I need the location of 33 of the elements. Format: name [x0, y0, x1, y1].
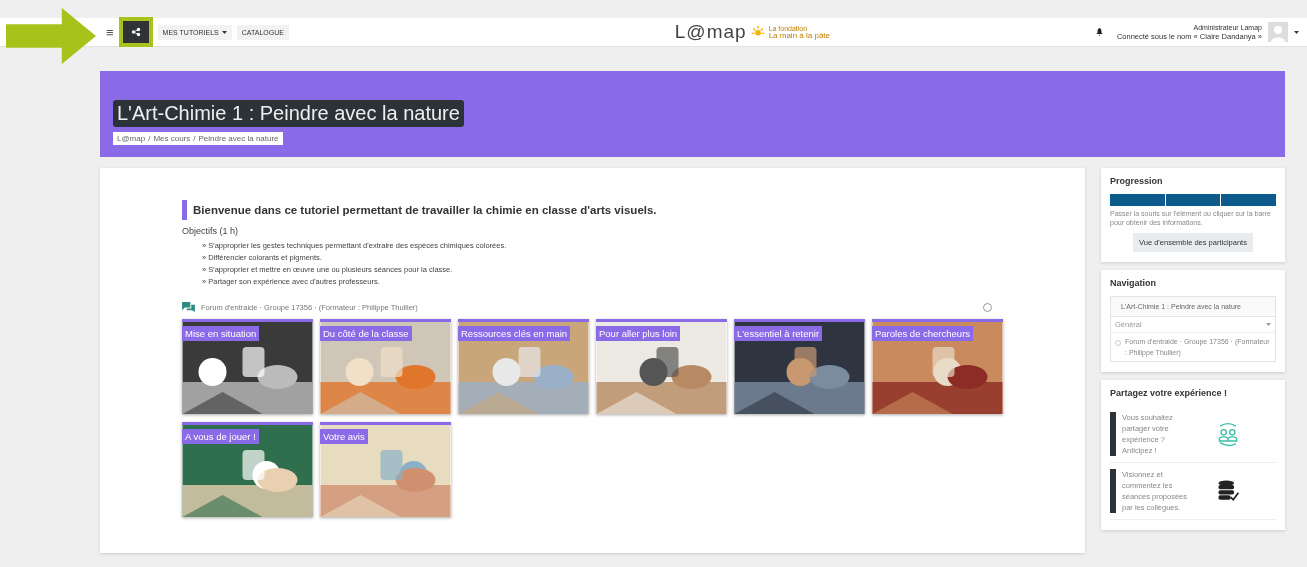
chat-icon	[182, 302, 195, 313]
logo-tagline: La main à la pâte	[768, 31, 830, 40]
caret-icon	[1266, 323, 1271, 327]
block-title: Partagez votre expérience !	[1110, 388, 1229, 399]
menu-icon[interactable]: ≡	[106, 25, 114, 39]
intro-heading: Bienvenue dans ce tutoriel permettant de travailler la chimie en classe d'arts visuels.	[182, 200, 1085, 220]
breadcrumb-link[interactable]: L@map	[117, 134, 146, 143]
tile-label[interactable]: Mise en situation	[182, 326, 260, 341]
block-title: Progression	[1110, 176, 1164, 186]
tile-label[interactable]: L'essentiel à retenir	[734, 326, 823, 341]
accent-bar	[1110, 412, 1116, 457]
objectives-title: Objectifs (1 h)	[182, 226, 240, 236]
share-icon	[130, 27, 141, 37]
page-title: L'Art-Chimie 1 : Peindre avec la nature	[113, 100, 464, 127]
breadcrumb-separator: /	[148, 134, 151, 143]
logo-text: L@map	[674, 21, 747, 43]
caret-icon	[221, 30, 227, 34]
breadcrumb-link[interactable]: Mes cours	[153, 134, 191, 143]
bell-icon	[1095, 28, 1103, 36]
breadcrumb-separator: /	[193, 134, 196, 143]
tile-label[interactable]: Du côté de la classe	[320, 326, 412, 341]
tile-label[interactable]: A vous de jouer !	[182, 429, 259, 444]
block-title: Navigation	[1110, 278, 1157, 289]
tile-label[interactable]: Votre avis	[320, 429, 368, 444]
caret-icon	[1294, 30, 1299, 34]
progress-segment[interactable]	[1165, 194, 1221, 206]
share-button[interactable]	[122, 21, 149, 43]
accent-bar	[1110, 469, 1116, 514]
breadcrumb-link[interactable]: Peindre avec la nature	[198, 134, 279, 143]
tile-label[interactable]: Ressources clés en main	[458, 326, 571, 341]
tile-label[interactable]: Paroles de chercheurs	[872, 326, 974, 341]
avatar-icon	[1268, 22, 1288, 42]
tile-label[interactable]: Pour aller plus loin	[596, 326, 681, 341]
